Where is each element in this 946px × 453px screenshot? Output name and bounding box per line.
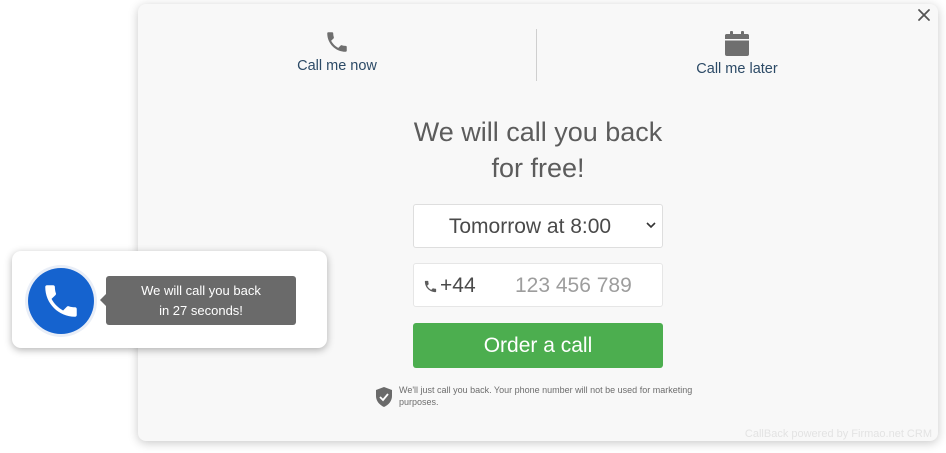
widget-message-line-2: in 27 seconds! bbox=[159, 303, 243, 318]
callback-time-select[interactable]: Tomorrow at 8:00 bbox=[413, 204, 663, 248]
callback-widget: We will call you back in 27 seconds! bbox=[12, 251, 327, 348]
phone-icon bbox=[327, 32, 347, 52]
country-code-prefix: +44 bbox=[440, 274, 476, 297]
phone-number-input[interactable]: +44 123 456 789 bbox=[413, 263, 663, 307]
widget-message-line-1: We will call you back bbox=[141, 283, 261, 298]
phone-icon bbox=[424, 280, 437, 293]
shield-icon bbox=[376, 387, 392, 407]
disclaimer-text: We'll just call you back. Your phone num… bbox=[399, 385, 693, 407]
callback-modal: Call me now Call me later We will call y… bbox=[138, 4, 938, 441]
selected-time: Tomorrow at 8:00 bbox=[448, 215, 612, 238]
stage: Call me now Call me later We will call y… bbox=[0, 0, 946, 453]
tab-call-later-label: Call me later bbox=[696, 61, 778, 77]
widget-call-button[interactable] bbox=[28, 268, 94, 334]
phone-placeholder: 123 456 789 bbox=[515, 274, 632, 297]
chevron-down-icon bbox=[646, 222, 656, 229]
powered-by-link[interactable]: CallBack powered by Firmao.net CRM bbox=[745, 428, 932, 440]
tab-divider bbox=[536, 29, 537, 81]
tab-call-now[interactable]: Call me now bbox=[138, 4, 536, 84]
widget-message-bubble: We will call you back in 27 seconds! bbox=[100, 276, 296, 325]
order-call-button[interactable]: Order a call bbox=[413, 323, 663, 368]
phone-icon bbox=[45, 285, 77, 317]
calendar-icon bbox=[725, 31, 749, 56]
tab-call-now-label: Call me now bbox=[297, 58, 377, 74]
headline: We will call you back for free! bbox=[338, 114, 738, 186]
tab-call-later[interactable]: Call me later bbox=[538, 4, 936, 84]
headline-line-1: We will call you back bbox=[413, 117, 663, 147]
tab-bar: Call me now Call me later bbox=[138, 4, 938, 84]
headline-line-2: for free! bbox=[491, 153, 585, 183]
